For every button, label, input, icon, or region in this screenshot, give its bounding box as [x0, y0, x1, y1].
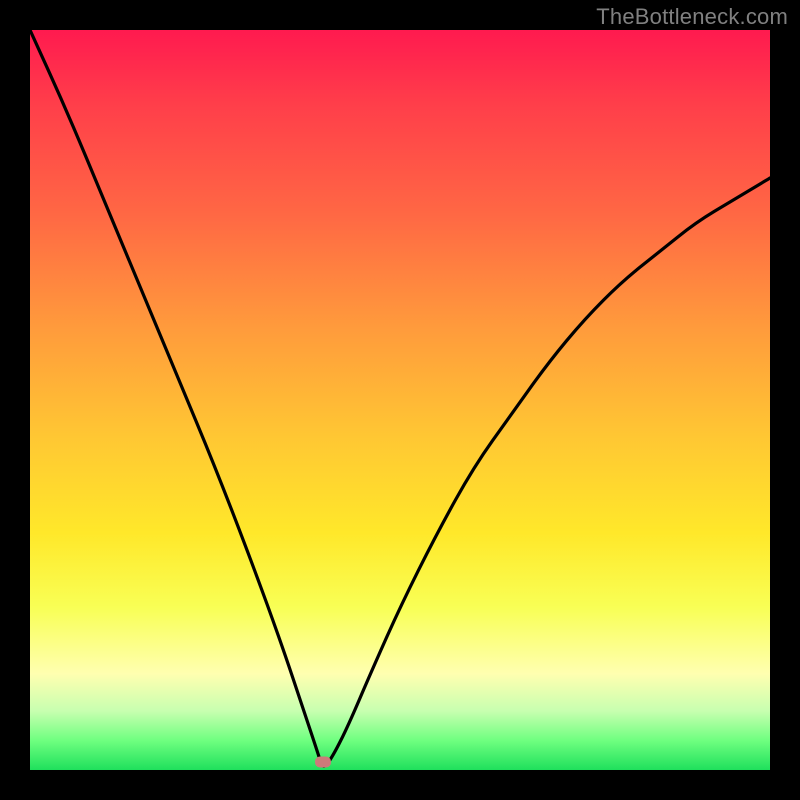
- watermark-text: TheBottleneck.com: [596, 4, 788, 30]
- chart-frame: TheBottleneck.com: [0, 0, 800, 800]
- bottleneck-curve: [30, 30, 770, 770]
- plot-area: [30, 30, 770, 770]
- optimal-point-marker: [315, 757, 331, 768]
- curve-path: [30, 30, 770, 766]
